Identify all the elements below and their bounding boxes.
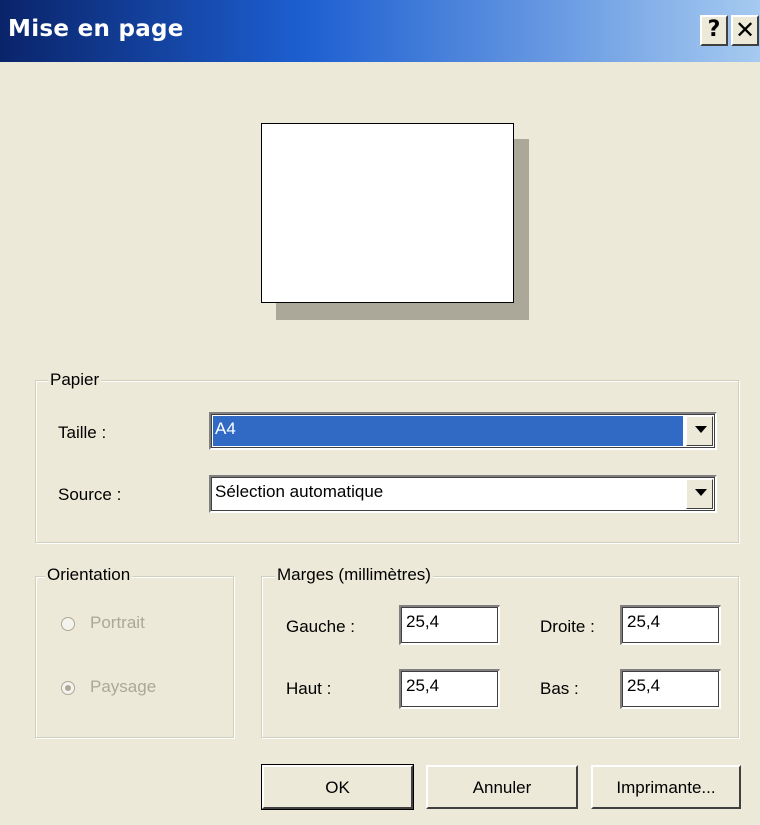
cancel-button-label: Annuler (472, 778, 532, 797)
help-button[interactable]: ? (700, 15, 728, 46)
bottom-margin-label: Bas : (540, 679, 579, 698)
portrait-radio[interactable] (61, 617, 75, 631)
size-dropdown-button[interactable] (686, 416, 713, 446)
source-value: Sélection automatique (215, 482, 384, 501)
paper-group (35, 380, 739, 543)
top-margin-input[interactable]: 25,4 (399, 669, 500, 709)
size-select[interactable]: A4 (209, 412, 717, 450)
ok-button[interactable]: OK (261, 764, 414, 810)
right-margin-input[interactable]: 25,4 (620, 605, 721, 645)
close-icon[interactable]: ✕ (731, 15, 759, 46)
paper-legend: Papier (48, 370, 102, 390)
ok-button-label: OK (325, 778, 350, 797)
cancel-button[interactable]: Annuler (426, 765, 578, 809)
margins-group (261, 576, 739, 738)
chevron-down-icon (695, 489, 707, 496)
left-margin-label: Gauche : (286, 617, 355, 636)
printer-button-label: Imprimante... (616, 778, 716, 797)
source-dropdown-button[interactable] (686, 479, 713, 509)
landscape-radio[interactable] (61, 681, 75, 695)
margins-legend: Marges (millimètres) (275, 565, 433, 585)
size-selection-highlight (213, 416, 683, 446)
size-value: A4 (215, 419, 236, 438)
bottom-margin-input[interactable]: 25,4 (620, 669, 721, 709)
left-margin-input[interactable]: 25,4 (399, 605, 500, 645)
landscape-label: Paysage (90, 677, 157, 696)
source-label: Source : (58, 485, 122, 504)
dialog-title: Mise en page (8, 16, 184, 42)
size-label: Taille : (58, 423, 107, 442)
source-select[interactable]: Sélection automatique (209, 475, 717, 513)
title-bar[interactable]: Mise en page ? ✕ (0, 0, 760, 62)
chevron-down-icon (695, 426, 707, 433)
right-margin-label: Droite : (540, 617, 595, 636)
orientation-group (35, 576, 234, 738)
portrait-label: Portrait (90, 613, 145, 632)
top-margin-label: Haut : (286, 679, 332, 698)
page-preview-sheet (261, 123, 514, 303)
orientation-legend: Orientation (45, 565, 133, 585)
printer-button[interactable]: Imprimante... (591, 765, 741, 809)
radio-dot-icon (65, 685, 71, 691)
